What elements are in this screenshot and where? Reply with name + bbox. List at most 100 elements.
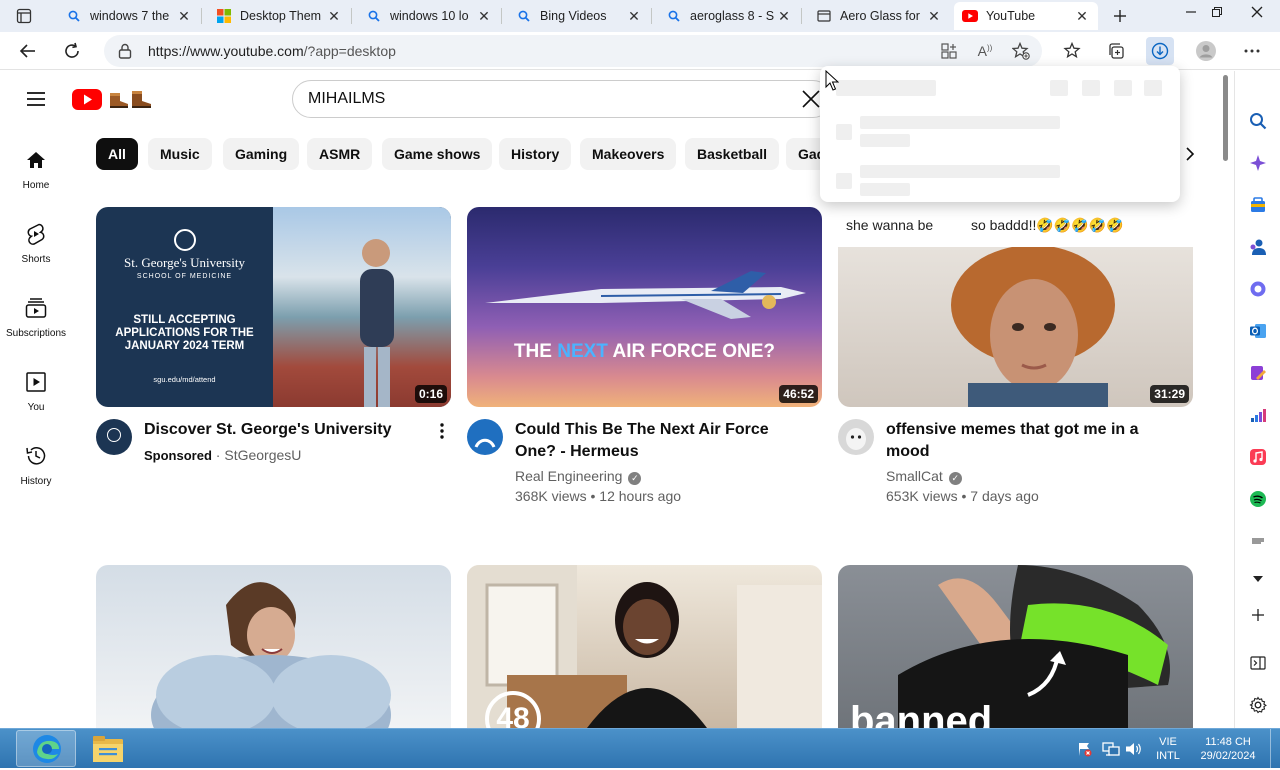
tab-windows7-search[interactable]: windows 7 the ✕: [58, 2, 200, 30]
language-code: VIE: [1159, 736, 1177, 748]
video-title[interactable]: Could This Be The Next Air Force One? - …: [515, 419, 805, 463]
amazon-music-icon[interactable]: [1246, 529, 1270, 553]
loading-placeholder: [1144, 80, 1162, 96]
add-favorite-icon[interactable]: [1007, 37, 1035, 65]
search-box[interactable]: MIHAILMS: [292, 80, 832, 118]
taskbar-item-edge[interactable]: [16, 730, 76, 767]
shopping-icon[interactable]: [1246, 193, 1270, 217]
menu-icon[interactable]: [24, 87, 48, 111]
verified-icon: ✓: [948, 472, 962, 485]
search-input[interactable]: MIHAILMS: [308, 90, 385, 108]
tab-bing-videos[interactable]: Bing Videos ✕: [508, 2, 650, 30]
volume-icon[interactable]: [1125, 741, 1143, 762]
chip-all[interactable]: All: [96, 138, 138, 170]
downloads-icon[interactable]: [1146, 37, 1174, 65]
video-thumbnail[interactable]: she wanna be so baddd!!🤣🤣🤣🤣🤣 31:29: [838, 207, 1193, 407]
network-icon[interactable]: [1102, 741, 1120, 762]
search-icon[interactable]: [1246, 109, 1270, 133]
video-thumbnail[interactable]: St. George's University SCHOOL OF MEDICI…: [96, 207, 451, 407]
person-figure: [346, 227, 406, 407]
action-center-flag-icon[interactable]: [1077, 741, 1093, 762]
more-options-icon[interactable]: [1238, 37, 1266, 65]
chip-gaming[interactable]: Gaming: [223, 138, 300, 170]
guide-item-subscriptions[interactable]: Subscriptions: [0, 284, 72, 354]
chip-asmr[interactable]: ASMR: [307, 138, 373, 170]
tab-aero-glass[interactable]: Aero Glass for ✕: [808, 2, 950, 30]
close-icon[interactable]: ✕: [176, 8, 192, 24]
games-icon[interactable]: [1246, 235, 1270, 259]
channel-avatar[interactable]: [838, 419, 874, 455]
favorites-icon[interactable]: [1058, 37, 1086, 65]
file-explorer-icon[interactable]: [91, 733, 125, 765]
meme-caption: she wanna be so baddd!!🤣🤣🤣🤣🤣: [838, 217, 1193, 234]
input-language[interactable]: VIE INTL: [1150, 735, 1186, 763]
video-thumbnail[interactable]: THE NEXT AIR FORCE ONE? 46:52: [467, 207, 822, 407]
close-icon[interactable]: ✕: [926, 8, 942, 24]
channel-name[interactable]: SmallCat: [886, 468, 943, 484]
address-bar[interactable]: https://www.youtube.com/?app=desktop: [104, 35, 1042, 67]
video-thumbnail[interactable]: banned: [838, 565, 1193, 728]
close-icon[interactable]: ✕: [776, 8, 792, 24]
channel-avatar[interactable]: [467, 419, 503, 455]
loading-placeholder: [836, 173, 852, 189]
new-tab-icon[interactable]: [1108, 4, 1132, 28]
refresh-icon[interactable]: [58, 37, 86, 65]
kebab-menu-icon[interactable]: [432, 419, 452, 443]
add-sidebar-app-icon[interactable]: [1246, 603, 1270, 627]
close-icon[interactable]: ✕: [1074, 8, 1090, 24]
sidebar-settings-icon[interactable]: [1246, 693, 1270, 717]
chip-music[interactable]: Music: [148, 138, 212, 170]
channel-name[interactable]: Real Engineering: [515, 468, 622, 484]
video-title[interactable]: offensive memes that got me in a mood: [886, 419, 1176, 463]
tab-youtube[interactable]: YouTube ✕: [954, 2, 1098, 30]
app-available-icon[interactable]: [935, 37, 963, 65]
chip-basketball[interactable]: Basketball: [685, 138, 780, 170]
scrollbar-thumb[interactable]: [1223, 75, 1228, 161]
guide-label: You: [27, 402, 45, 413]
guide-item-shorts[interactable]: Shorts: [0, 210, 72, 280]
chip-gadgets[interactable]: Gad: [786, 138, 820, 170]
profile-icon[interactable]: [1192, 37, 1220, 65]
back-icon[interactable]: [14, 37, 42, 65]
guide-item-home[interactable]: Home: [0, 136, 72, 206]
copilot-icon[interactable]: [1246, 151, 1270, 175]
video-thumbnail[interactable]: 48: [467, 565, 822, 728]
channel-name[interactable]: StGeorgesU: [224, 447, 301, 463]
collections-icon[interactable]: [1102, 37, 1130, 65]
close-icon[interactable]: ✕: [626, 8, 642, 24]
spotify-icon[interactable]: [1246, 487, 1270, 511]
close-icon[interactable]: ✕: [326, 8, 342, 24]
thumb-word: THE: [513, 341, 552, 362]
page-scrollbar[interactable]: [1218, 71, 1232, 728]
channel-avatar[interactable]: [96, 419, 132, 455]
search-icon: [66, 8, 82, 24]
microsoft-365-icon[interactable]: [1246, 277, 1270, 301]
video-thumbnail[interactable]: [96, 565, 451, 728]
chevron-down-icon[interactable]: [1246, 567, 1270, 591]
apple-music-icon[interactable]: [1246, 445, 1270, 469]
tab-windows10-search[interactable]: windows 10 lo ✕: [358, 2, 500, 30]
tab-aeroglass-search[interactable]: aeroglass 8 - S ✕: [658, 2, 800, 30]
clear-search-icon[interactable]: [801, 89, 821, 114]
chip-game-shows[interactable]: Game shows: [382, 138, 493, 170]
lock-icon[interactable]: [118, 43, 132, 64]
thumb-word-highlight: NEXT: [557, 341, 608, 362]
guide-item-you[interactable]: You: [0, 358, 72, 428]
youtube-logo[interactable]: [72, 87, 168, 111]
guide-item-history[interactable]: History: [0, 432, 72, 502]
close-window-icon[interactable]: [1234, 0, 1280, 24]
designer-icon[interactable]: [1246, 361, 1270, 385]
close-icon[interactable]: ✕: [476, 8, 492, 24]
show-desktop-button[interactable]: [1270, 729, 1280, 768]
chip-history[interactable]: History: [499, 138, 572, 170]
chip-makeovers[interactable]: Makeovers: [580, 138, 677, 170]
tab-desktop-themes[interactable]: Desktop Them ✕: [208, 2, 350, 30]
hide-sidebar-icon[interactable]: [1246, 651, 1270, 675]
outlook-icon[interactable]: [1246, 319, 1270, 343]
video-title[interactable]: Discover St. George's University: [144, 419, 434, 441]
system-clock[interactable]: 11:48 CH 29/02/2024: [1192, 735, 1264, 763]
chevron-right-icon[interactable]: [1178, 142, 1202, 166]
tools-icon[interactable]: [1246, 403, 1270, 427]
tab-actions-icon[interactable]: [12, 4, 36, 28]
read-aloud-icon[interactable]: A)): [971, 37, 999, 65]
